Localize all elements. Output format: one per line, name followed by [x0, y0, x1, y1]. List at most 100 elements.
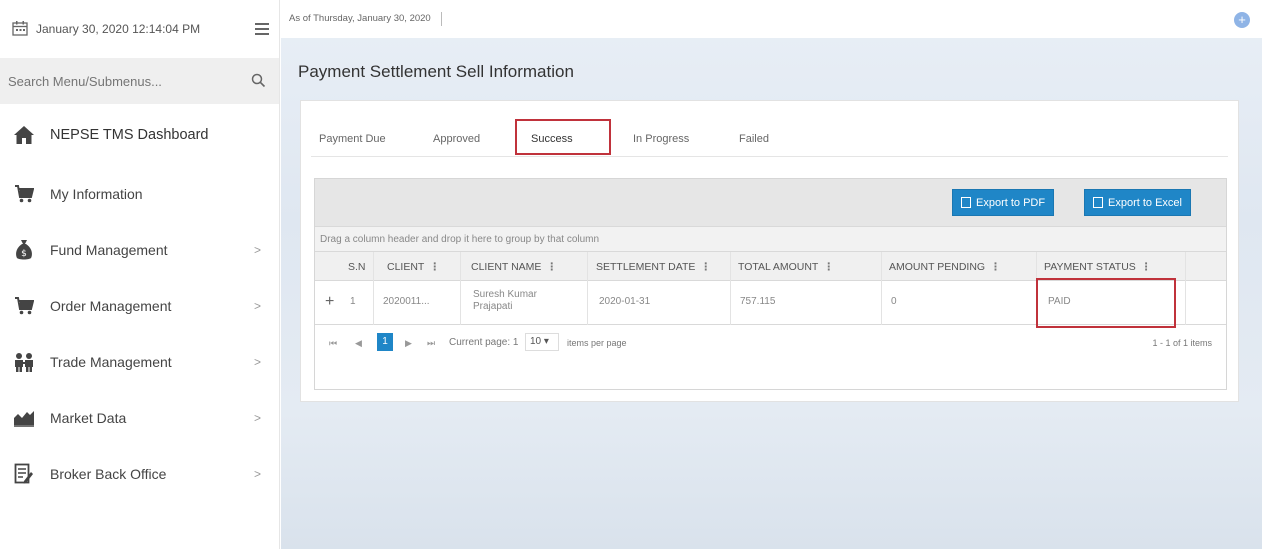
cart-icon — [12, 183, 36, 205]
sidebar-item-my-information[interactable]: My Information — [0, 166, 279, 222]
column-header-settlement-date[interactable]: SETTLEMENT DATE ⋮ — [596, 261, 711, 273]
chart-icon — [12, 407, 36, 429]
column-label: TOTAL AMOUNT — [738, 261, 819, 273]
page-title: Payment Settlement Sell Information — [298, 62, 574, 81]
menu-search-input[interactable] — [8, 73, 251, 89]
money-bag-icon: $ — [12, 239, 36, 261]
cart-icon — [12, 295, 36, 317]
top-bar: As of Thursday, January 30, 2020 + — [281, 0, 1262, 38]
column-divider — [881, 252, 882, 325]
settlement-grid: Export to PDF Export to Excel Drag a col… — [314, 178, 1227, 390]
column-header-client-name[interactable]: CLIENT NAME ⋮ — [471, 261, 557, 273]
chevron-right-icon: > — [253, 411, 261, 425]
column-header-sn[interactable]: S.N — [348, 261, 366, 273]
payment-status-highlight — [1036, 278, 1176, 328]
column-header-payment-status[interactable]: PAYMENT STATUS ⋮ — [1044, 261, 1151, 273]
column-divider — [1185, 252, 1186, 325]
column-menu-icon[interactable]: ⋮ — [429, 261, 440, 273]
next-page-icon[interactable]: ▶ — [405, 338, 412, 349]
pagination: ⏮ ◀ 1 ▶ ⏭ Current page: 1 10 ▾ items per… — [315, 325, 1226, 361]
as-of-date: As of Thursday, January 30, 2020 — [289, 12, 442, 26]
column-divider — [587, 252, 588, 325]
sidebar-header: January 30, 2020 12:14:04 PM — [0, 0, 279, 58]
sidebar-item-label: Fund Management — [50, 242, 168, 258]
hamburger-menu-icon[interactable] — [255, 23, 269, 35]
sidebar-item-dashboard[interactable]: NEPSE TMS Dashboard — [0, 104, 279, 166]
svg-text:$: $ — [21, 249, 27, 259]
previous-page-icon[interactable]: ◀ — [355, 338, 362, 349]
search-icon[interactable] — [251, 73, 267, 89]
grid-toolbar: Export to PDF Export to Excel — [315, 179, 1226, 226]
column-menu-icon[interactable]: ⋮ — [823, 261, 834, 273]
chevron-right-icon: > — [253, 355, 261, 369]
group-drop-area[interactable]: Drag a column header and drop it here to… — [315, 226, 1226, 252]
tab-failed[interactable]: Failed — [739, 133, 769, 145]
sidebar-item-label: Market Data — [50, 410, 127, 426]
sidebar-item-trade-management[interactable]: Trade Management > — [0, 334, 279, 390]
sidebar-item-label: Order Management — [50, 298, 172, 314]
sidebar-item-label: Broker Back Office — [50, 466, 167, 482]
column-label: CLIENT — [387, 261, 425, 273]
column-menu-icon[interactable]: ⋮ — [1141, 261, 1152, 273]
column-label: AMOUNT PENDING — [889, 261, 986, 273]
tab-payment-due[interactable]: Payment Due — [319, 133, 386, 145]
page-size-select[interactable]: 10 ▾ — [525, 333, 559, 351]
sidebar-item-fund-management[interactable]: $ Fund Management > — [0, 222, 279, 278]
current-page-button[interactable]: 1 — [377, 333, 393, 351]
sidebar-item-label: My Information — [50, 186, 143, 202]
cell-client-name: Suresh Kumar Prajapati — [473, 289, 537, 313]
excel-icon — [1093, 197, 1103, 208]
first-page-icon[interactable]: ⏮ — [329, 338, 337, 349]
export-pdf-button[interactable]: Export to PDF — [952, 189, 1055, 216]
items-per-page-label: items per page — [567, 338, 627, 348]
client-name-last: Prajapati — [473, 301, 513, 312]
cell-client: 2020011... — [383, 296, 430, 307]
sidebar-item-market-data[interactable]: Market Data > — [0, 390, 279, 446]
column-menu-icon[interactable]: ⋮ — [546, 261, 557, 273]
column-label: S.N — [348, 261, 366, 273]
sidebar: January 30, 2020 12:14:04 PM NEPSE TMS D… — [0, 0, 280, 549]
add-icon[interactable]: + — [1234, 12, 1250, 28]
column-label: PAYMENT STATUS — [1044, 261, 1136, 273]
tab-approved[interactable]: Approved — [433, 133, 480, 145]
chevron-right-icon: > — [253, 467, 261, 481]
column-menu-icon[interactable]: ⋮ — [700, 261, 711, 273]
expand-row-icon[interactable]: + — [325, 293, 334, 311]
chevron-right-icon: > — [253, 243, 261, 257]
tab-in-progress[interactable]: In Progress — [633, 133, 689, 145]
people-icon — [12, 351, 36, 373]
cell-total-amount: 757.115 — [740, 296, 776, 307]
cell-sn: 1 — [350, 296, 356, 307]
sidebar-item-broker-back-office[interactable]: Broker Back Office > — [0, 446, 279, 502]
chevron-right-icon: > — [253, 299, 261, 313]
column-menu-icon[interactable]: ⋮ — [990, 261, 1001, 273]
items-summary: 1 - 1 of 1 items — [1152, 338, 1212, 348]
home-icon — [12, 124, 36, 146]
sidebar-item-order-management[interactable]: Order Management > — [0, 278, 279, 334]
last-page-icon[interactable]: ⏭ — [427, 338, 435, 349]
settlement-card: Payment Due Approved Success In Progress… — [300, 100, 1239, 402]
active-tab-highlight — [515, 119, 611, 155]
column-label: CLIENT NAME — [471, 261, 542, 273]
menu-search — [0, 58, 279, 104]
current-page-text: Current page: 1 — [449, 337, 519, 348]
sidebar-item-label: NEPSE TMS Dashboard — [50, 127, 209, 143]
client-name-first: Suresh Kumar — [473, 289, 537, 300]
calendar-icon — [12, 21, 30, 37]
export-excel-button[interactable]: Export to Excel — [1084, 189, 1191, 216]
sidebar-item-label: Trade Management — [50, 354, 172, 370]
main-content: As of Thursday, January 30, 2020 + Payme… — [281, 0, 1262, 549]
pdf-icon — [961, 197, 971, 208]
column-label: SETTLEMENT DATE — [596, 261, 696, 273]
current-datetime: January 30, 2020 12:14:04 PM — [36, 22, 201, 36]
column-header-total-amount[interactable]: TOTAL AMOUNT ⋮ — [738, 261, 834, 273]
cell-settlement-date: 2020-01-31 — [599, 296, 651, 307]
status-tabs: Payment Due Approved Success In Progress… — [311, 119, 1228, 157]
export-pdf-label: Export to PDF — [976, 196, 1046, 209]
table-row[interactable]: + 1 2020011... Suresh Kumar Prajapati 20… — [315, 252, 1226, 328]
column-header-amount-pending[interactable]: AMOUNT PENDING ⋮ — [889, 261, 1001, 273]
column-header-client[interactable]: CLIENT ⋮ — [387, 261, 440, 273]
cell-amount-pending: 0 — [891, 296, 897, 307]
document-edit-icon — [12, 463, 36, 485]
export-excel-label: Export to Excel — [1108, 196, 1182, 209]
